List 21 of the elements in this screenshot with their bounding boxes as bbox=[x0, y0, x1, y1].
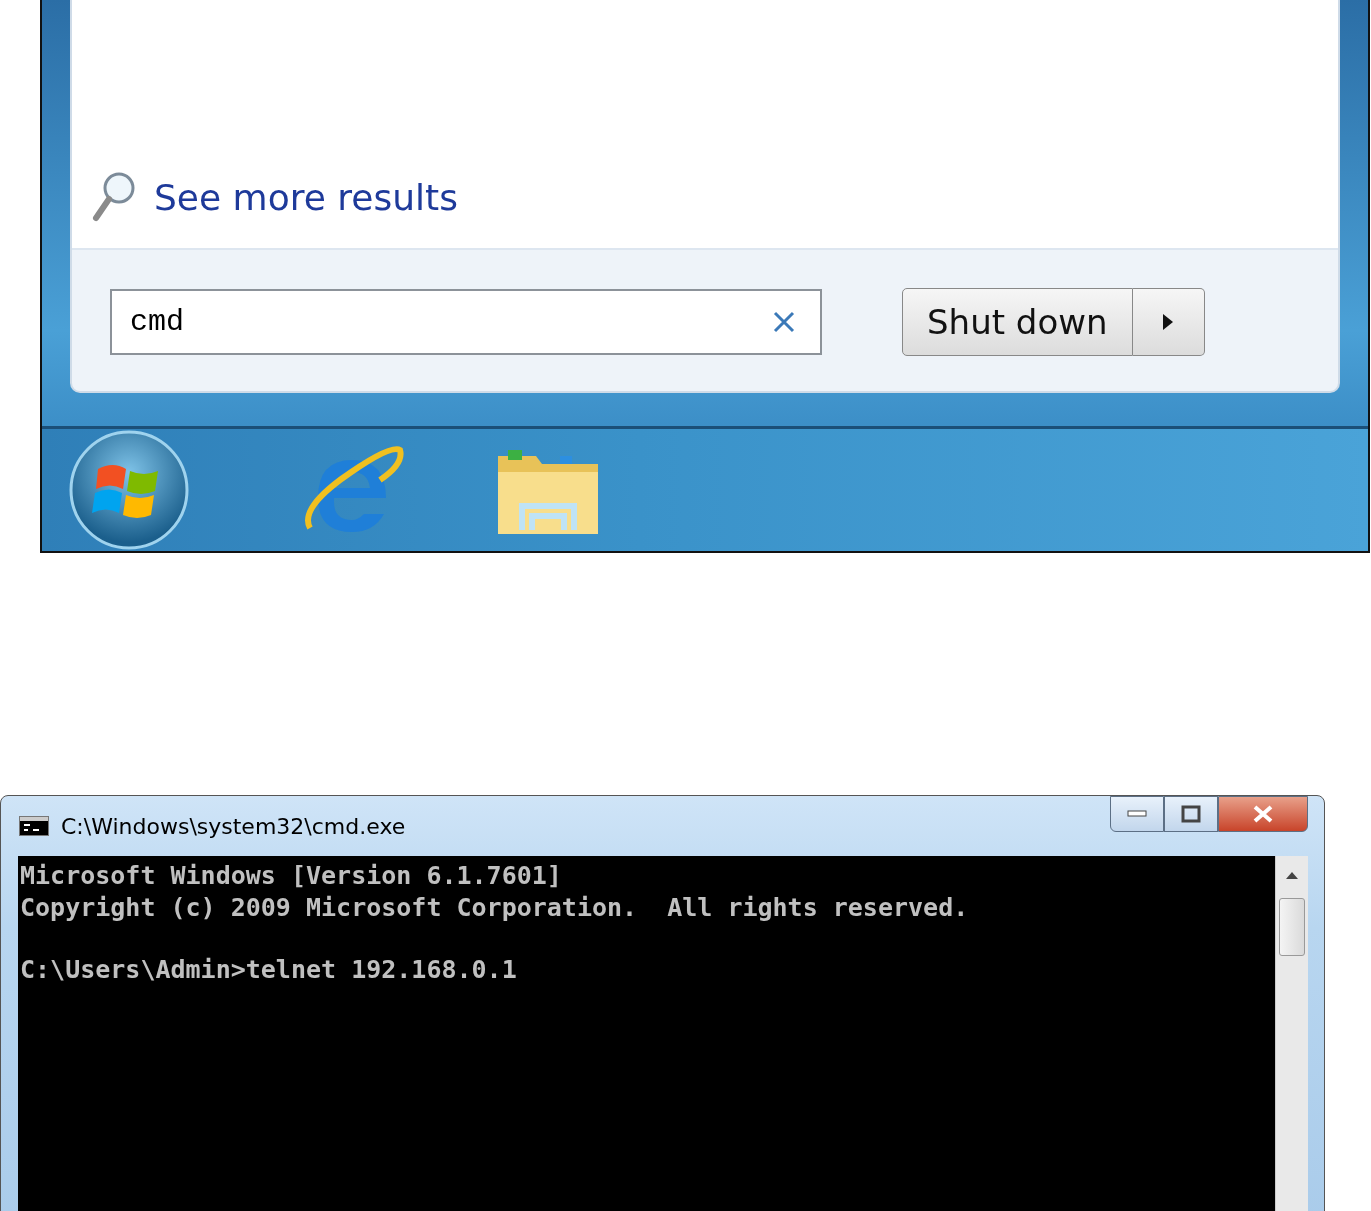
shut-down-options-button[interactable] bbox=[1132, 288, 1205, 356]
maximize-button[interactable] bbox=[1164, 796, 1218, 832]
shut-down-button[interactable]: Shut down bbox=[902, 288, 1133, 356]
close-icon bbox=[1252, 805, 1274, 823]
console-line: Copyright (c) 2009 Microsoft Corporation. All rights reserved. bbox=[20, 892, 970, 924]
scroll-up-icon[interactable] bbox=[1285, 870, 1299, 880]
start-orb-icon[interactable] bbox=[68, 429, 190, 551]
see-more-results-link[interactable]: See more results bbox=[92, 170, 458, 224]
minimize-button[interactable] bbox=[1110, 796, 1164, 832]
scrollbar[interactable] bbox=[1275, 856, 1308, 1211]
caret-icon bbox=[1162, 313, 1175, 331]
minimize-icon bbox=[1127, 810, 1147, 818]
clear-icon[interactable] bbox=[772, 310, 796, 334]
console-line: C:\Users\Admin>telnet 192.168.0.1 bbox=[20, 954, 518, 986]
close-button[interactable] bbox=[1218, 796, 1308, 832]
console-line: Microsoft Windows [Version 6.1.7601] bbox=[20, 860, 563, 892]
maximize-icon bbox=[1181, 805, 1201, 823]
scroll-thumb[interactable] bbox=[1279, 898, 1305, 956]
console-icon bbox=[19, 816, 49, 836]
window-title: C:\Windows\system32\cmd.exe bbox=[61, 813, 406, 839]
search-field[interactable]: cmd bbox=[110, 289, 822, 355]
